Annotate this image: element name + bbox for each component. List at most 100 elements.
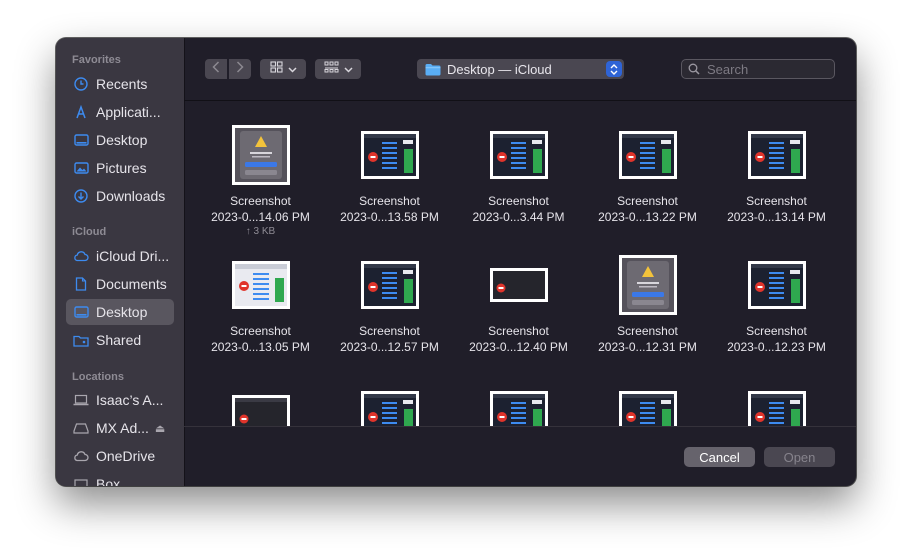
file-item[interactable]: Screenshot 2023-0...12.57 PM (325, 253, 454, 383)
sidebar-item-label: Applicati... (96, 104, 161, 120)
sidebar-section-favorites: Favorites (72, 54, 121, 66)
sidebar-item-label: Downloads (96, 188, 166, 204)
chevron-left-icon (212, 60, 220, 78)
sidebar-item-label: Documents (96, 276, 167, 292)
sidebar-item-shared[interactable]: Shared (66, 327, 174, 353)
file-item[interactable]: Screenshot 2023-0...13.22 PM (583, 123, 712, 253)
sidebar-item-box[interactable]: Box (66, 471, 174, 486)
sidebar-item-recents[interactable]: Recents (66, 71, 174, 97)
file-thumbnail-area (712, 383, 841, 426)
file-name-line2: 2023-0...3.44 PM (472, 210, 565, 224)
file-thumbnail-area (454, 253, 583, 317)
toolbar: Desktop — iCloud Search (184, 38, 856, 101)
file-thumbnail (231, 261, 290, 309)
file-thumbnail-area (583, 383, 712, 426)
sidebar-item-icloud-drive[interactable]: iCloud Dri... (66, 243, 174, 269)
file-item[interactable]: Screenshot 2023-0...12.31 PM (583, 253, 712, 383)
sidebar-item-mac[interactable]: Isaac’s A... (66, 387, 174, 413)
file-item[interactable] (325, 383, 454, 426)
file-thumbnail-area (325, 253, 454, 317)
sidebar-item-downloads[interactable]: Downloads (66, 183, 174, 209)
file-grid: Screenshot 2023-0...14.06 PM ↑ 3 KB Screens… (196, 123, 841, 426)
file-name: Screenshot 2023-0...13.05 PM (211, 323, 310, 355)
pictures-icon (73, 160, 89, 176)
sidebar-item-label: MX Ad... (96, 420, 149, 436)
box-icon (73, 476, 89, 486)
file-name: Screenshot 2023-0...12.40 PM (469, 323, 568, 355)
file-name-line1: Screenshot (230, 194, 291, 208)
file-name-line2: 2023-0...13.05 PM (211, 340, 310, 354)
file-thumbnail-area (712, 253, 841, 317)
file-thumbnail-area (196, 383, 325, 426)
grid-view-icon (269, 60, 283, 78)
file-item[interactable] (454, 383, 583, 426)
sidebar-section-locations: Locations (72, 371, 124, 383)
cancel-button[interactable]: Cancel (684, 447, 755, 467)
sidebar-item-mx-drive[interactable]: MX Ad... ⏏ (66, 415, 174, 441)
file-name: Screenshot 2023-0...14.06 PM (211, 193, 310, 225)
sidebar-item-label: Desktop (96, 304, 148, 320)
file-open-dialog: Favorites Recents Applicati... Desktop P… (56, 38, 856, 486)
sidebar-item-desktop[interactable]: Desktop (66, 127, 174, 153)
sidebar-section-icloud: iCloud (72, 226, 107, 238)
open-button[interactable]: Open (764, 447, 835, 467)
file-thumbnail-area (454, 123, 583, 187)
file-item[interactable]: Screenshot 2023-0...12.40 PM (454, 253, 583, 383)
file-thumbnail (360, 261, 419, 309)
file-item[interactable]: Screenshot 2023-0...14.06 PM ↑ 3 KB (196, 123, 325, 253)
file-item[interactable]: Screenshot 2023-0...13.14 PM (712, 123, 841, 253)
file-item[interactable]: Screenshot 2023-0...13.58 PM (325, 123, 454, 253)
file-name-line1: Screenshot (230, 324, 291, 338)
sidebar-item-applications[interactable]: Applicati... (66, 99, 174, 125)
file-item[interactable]: Screenshot 2023-0...12.23 PM (712, 253, 841, 383)
file-item[interactable] (196, 383, 325, 426)
document-icon (73, 276, 89, 292)
sidebar-item-pictures[interactable]: Pictures (66, 155, 174, 181)
file-thumbnail (489, 131, 548, 179)
file-name-line2: 2023-0...13.58 PM (340, 210, 439, 224)
sidebar-item-label: Desktop (96, 132, 148, 148)
group-by-button[interactable] (315, 59, 361, 79)
sidebar-item-label: OneDrive (96, 448, 156, 464)
cloud-icon (73, 448, 89, 464)
sidebar-item-onedrive[interactable]: OneDrive (66, 443, 174, 469)
up-down-arrows-icon (606, 61, 622, 77)
file-name: Screenshot 2023-0...13.58 PM (340, 193, 439, 225)
search-icon (688, 63, 700, 75)
file-thumbnail (489, 391, 548, 426)
file-item[interactable] (712, 383, 841, 426)
file-item[interactable]: Screenshot 2023-0...3.44 PM (454, 123, 583, 253)
download-icon (73, 188, 89, 204)
file-name: Screenshot 2023-0...12.23 PM (727, 323, 826, 355)
file-thumbnail-area (712, 123, 841, 187)
file-name-line2: 2023-0...13.14 PM (727, 210, 826, 224)
sidebar-item-desktop-icloud[interactable]: Desktop (66, 299, 174, 325)
sidebar-item-label: Shared (96, 332, 142, 348)
file-name-line1: Screenshot (488, 194, 549, 208)
search-placeholder: Search (707, 61, 749, 77)
eject-icon[interactable]: ⏏ (155, 422, 165, 435)
back-button[interactable] (205, 59, 227, 79)
file-item[interactable] (583, 383, 712, 426)
file-thumbnail (618, 255, 677, 315)
file-thumbnail-area (583, 123, 712, 187)
file-thumbnail-area (583, 253, 712, 317)
view-mode-button[interactable] (260, 59, 306, 79)
search-field[interactable]: Search (681, 59, 835, 79)
location-popup[interactable]: Desktop — iCloud (417, 59, 624, 79)
file-name-line1: Screenshot (746, 194, 807, 208)
file-size: ↑ 3 KB (245, 226, 276, 237)
file-name-line2: 2023-0...14.06 PM (211, 210, 310, 224)
sidebar-item-documents[interactable]: Documents (66, 271, 174, 297)
forward-button[interactable] (229, 59, 251, 79)
file-thumbnail (618, 391, 677, 426)
file-thumbnail-area (196, 123, 325, 187)
desktop-icon (73, 132, 89, 148)
desktop-icon (73, 304, 89, 320)
file-name: Screenshot 2023-0...13.14 PM (727, 193, 826, 225)
file-name-line2: 2023-0...12.31 PM (598, 340, 697, 354)
file-item[interactable]: Screenshot 2023-0...13.05 PM (196, 253, 325, 383)
file-thumbnail-area (325, 123, 454, 187)
sidebar-item-label: Box (96, 476, 121, 486)
file-name-line1: Screenshot (359, 194, 420, 208)
